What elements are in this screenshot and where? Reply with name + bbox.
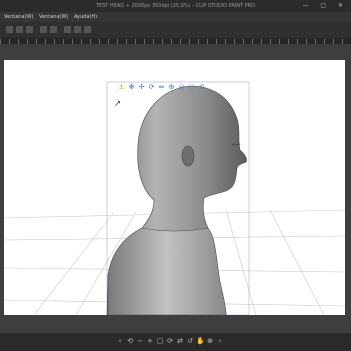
command-toolbar bbox=[0, 22, 351, 39]
zoom-icon[interactable]: ✋ bbox=[196, 336, 205, 346]
move-icon[interactable]: ✛ bbox=[137, 83, 146, 92]
window-title: TEST HEAD + 2000px 350dpi (25.0%) - CLIP… bbox=[95, 3, 256, 9]
reset-icon[interactable]: ⟲ bbox=[197, 83, 206, 92]
toolbar-button[interactable] bbox=[84, 26, 91, 33]
close-icon[interactable]: › bbox=[216, 336, 224, 346]
menu-item-help[interactable]: Ayuda(H) bbox=[74, 14, 97, 20]
menu-item-window-2[interactable]: Ventana(W) bbox=[39, 14, 68, 20]
zoom-in-icon[interactable]: − bbox=[136, 336, 144, 346]
mouse-cursor-icon: ➚ bbox=[114, 99, 122, 109]
anchor-icon[interactable]: ⚓ bbox=[117, 83, 126, 92]
zoom-out-icon[interactable]: ⟲ bbox=[126, 336, 134, 346]
window-controls[interactable]: — ▢ ✕ bbox=[302, 0, 348, 12]
zoom-icon[interactable]: ⊕ bbox=[167, 83, 176, 92]
fit-icon[interactable]: ⬚ bbox=[187, 83, 196, 92]
toolbar-button[interactable] bbox=[40, 26, 47, 33]
rotate-right-icon[interactable]: ▢ bbox=[156, 336, 164, 346]
fit-icon[interactable]: + bbox=[146, 336, 154, 346]
pan-icon[interactable]: ⊕ bbox=[206, 336, 214, 346]
3d-head-model[interactable] bbox=[4, 60, 345, 315]
reset-icon[interactable]: ⇄ bbox=[176, 336, 184, 346]
window-title-bar: TEST HEAD + 2000px 350dpi (25.0%) - CLIP… bbox=[0, 0, 351, 12]
toolbar-button[interactable] bbox=[50, 26, 57, 33]
move-icon[interactable]: ✥ bbox=[127, 83, 136, 92]
view-icon[interactable]: ◎ bbox=[177, 83, 186, 92]
menu-bar: Ventana(W) Ventana(W) Ayuda(H) bbox=[0, 12, 351, 22]
menu-item-window[interactable]: Ventana(W) bbox=[4, 14, 33, 20]
rotate-icon[interactable]: ⟳ bbox=[147, 83, 156, 92]
hand-icon[interactable]: ↺ bbox=[186, 336, 194, 346]
toolbar-button[interactable] bbox=[64, 26, 71, 33]
navigator-controls: ‹ ⟲ − + ▢ ⟳ ⇄ ↺ ✋ ⊕ › bbox=[116, 336, 224, 346]
canvas[interactable]: ⚓ ✥ ✛ ⟳ ⇔ ⊕ ◎ ⬚ ⟲ ➚ bbox=[4, 60, 345, 315]
flip-icon[interactable]: ⟳ bbox=[166, 336, 174, 346]
pan-icon[interactable]: ⇔ bbox=[157, 83, 166, 92]
rotate-left-icon[interactable]: ‹ bbox=[116, 336, 124, 346]
toolbar-button[interactable] bbox=[6, 26, 13, 33]
toolbar-button[interactable] bbox=[74, 26, 81, 33]
toolbar-button[interactable] bbox=[16, 26, 23, 33]
model-manipulator-bar: ⚓ ✥ ✛ ⟳ ⇔ ⊕ ◎ ⬚ ⟲ bbox=[117, 83, 206, 93]
toolbar-button[interactable] bbox=[26, 26, 33, 33]
